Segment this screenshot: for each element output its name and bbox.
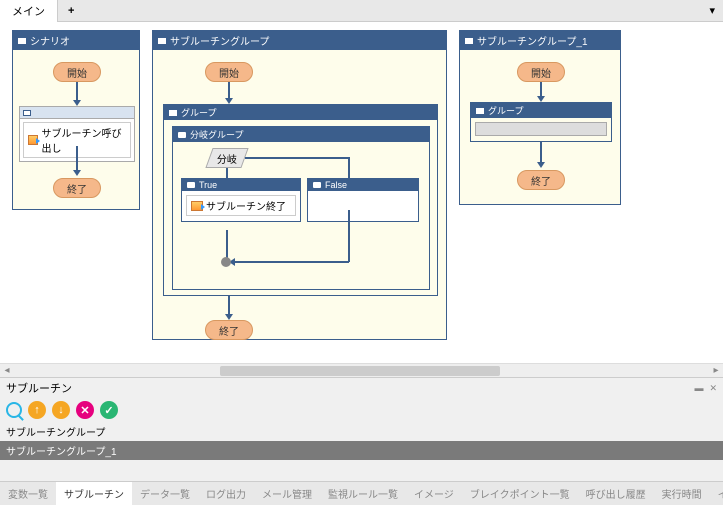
group-subroutine-header: サブルーチングループ	[153, 31, 446, 50]
group-subroutine1-title: サブルーチングループ_1	[477, 33, 588, 48]
call-icon	[28, 135, 38, 145]
connector	[348, 157, 350, 178]
box-icon	[312, 181, 322, 189]
tab-main[interactable]: メイン	[0, 0, 58, 22]
decision-node[interactable]: 分岐	[205, 148, 248, 168]
panel-toolbar: ↑ ↓ ✕ ✓	[0, 398, 723, 422]
panel-close-button[interactable]: ✕	[709, 383, 717, 394]
group-scenario-title: シナリオ	[30, 33, 70, 48]
btab-log[interactable]: ログ出力	[198, 482, 254, 505]
panel-pin-button[interactable]: ▬	[694, 383, 703, 394]
true-header: True	[182, 179, 300, 191]
move-up-button[interactable]: ↑	[28, 401, 46, 419]
btab-exectime[interactable]: 実行時間	[654, 482, 710, 505]
connector	[245, 157, 349, 159]
connector	[231, 261, 349, 263]
group-scenario[interactable]: シナリオ 開始 サブルーチン呼び出し 終了	[12, 30, 140, 210]
list-item-selected[interactable]: サブルーチングループ_1	[0, 441, 723, 460]
group-icon	[17, 37, 27, 45]
start-node[interactable]: 開始	[205, 62, 253, 82]
group-subroutine1[interactable]: サブルーチングループ_1 開始 グループ 終了	[459, 30, 621, 205]
btab-breakpoints[interactable]: ブレイクポイント一覧	[462, 482, 578, 505]
btab-variables[interactable]: 変数一覧	[0, 482, 56, 505]
true-branch[interactable]: True サブルーチン終了	[181, 178, 301, 222]
bottom-panel: サブルーチン ▬ ✕ ↑ ↓ ✕ ✓ サブルーチングループ サブルーチングループ…	[0, 377, 723, 505]
arrow-down-icon	[73, 170, 81, 176]
inner-group-1[interactable]: グループ	[470, 102, 612, 142]
end-node[interactable]: 終了	[205, 320, 253, 340]
inner-group[interactable]: グループ 分岐グループ 分岐	[163, 104, 438, 296]
group-subroutine1-header: サブルーチングループ_1	[460, 31, 620, 50]
scroll-right-button[interactable]: ▸	[709, 364, 723, 377]
placeholder-box	[475, 122, 607, 136]
scroll-left-button[interactable]: ◂	[0, 364, 14, 377]
search-button[interactable]	[6, 402, 22, 418]
group-icon	[464, 37, 474, 45]
connector	[228, 296, 230, 316]
connector	[226, 230, 228, 260]
scrollbar-thumb[interactable]	[220, 366, 500, 376]
end-node[interactable]: 終了	[53, 178, 101, 198]
btab-mail[interactable]: メール管理	[254, 482, 320, 505]
connector	[76, 146, 78, 172]
connector	[226, 168, 228, 178]
btab-subroutine[interactable]: サブルーチン	[56, 482, 132, 505]
branch-icon	[177, 131, 187, 139]
false-header: False	[308, 179, 418, 191]
connector	[540, 142, 542, 164]
btab-data[interactable]: データ一覧	[132, 482, 198, 505]
panel-title-bar: サブルーチン ▬ ✕	[0, 378, 723, 398]
box-icon	[186, 181, 196, 189]
group-icon	[168, 109, 178, 117]
group-subroutine-title: サブルーチングループ	[170, 33, 269, 48]
canvas-wrap: シナリオ 開始 サブルーチン呼び出し 終了 サブルーチング	[0, 22, 723, 377]
btab-watch[interactable]: 監視ルール一覧	[320, 482, 406, 505]
horizontal-scrollbar[interactable]: ◂ ▸	[0, 363, 723, 377]
group-scenario-header: シナリオ	[13, 31, 139, 50]
move-down-button[interactable]: ↓	[52, 401, 70, 419]
branch-group[interactable]: 分岐グループ 分岐 True	[172, 126, 430, 290]
list-item[interactable]: サブルーチングループ	[0, 422, 723, 441]
connector	[348, 210, 350, 262]
box-icon	[23, 110, 31, 116]
activity-subroutine-end[interactable]: サブルーチン終了	[186, 195, 296, 216]
btab-events[interactable]: イベント一覧	[710, 482, 723, 505]
branch-group-header: 分岐グループ	[173, 127, 429, 142]
end-node[interactable]: 終了	[517, 170, 565, 190]
tab-bar: メイン + ▾	[0, 0, 723, 22]
inner-group-header: グループ	[164, 105, 437, 120]
arrow-down-icon	[537, 162, 545, 168]
inner-group-1-header: グループ	[471, 103, 611, 118]
group-icon	[157, 37, 167, 45]
connector	[76, 82, 78, 102]
start-node[interactable]: 開始	[53, 62, 101, 82]
flow-canvas[interactable]: シナリオ 開始 サブルーチン呼び出し 終了 サブルーチング	[0, 22, 723, 363]
group-subroutine[interactable]: サブルーチングループ 開始 グループ 分岐グループ	[152, 30, 447, 340]
panel-title: サブルーチン	[6, 380, 72, 396]
delete-button[interactable]: ✕	[76, 401, 94, 419]
btab-image[interactable]: イメージ	[406, 482, 462, 505]
start-node[interactable]: 開始	[517, 62, 565, 82]
end-icon	[191, 201, 203, 211]
group-icon	[475, 107, 485, 115]
false-branch[interactable]: False	[307, 178, 419, 222]
bottom-tab-bar: 変数一覧 サブルーチン データ一覧 ログ出力 メール管理 監視ルール一覧 イメー…	[0, 481, 723, 505]
btab-callstack[interactable]: 呼び出し履歴	[578, 482, 654, 505]
tab-menu-button[interactable]: ▾	[701, 1, 723, 20]
merge-node	[221, 257, 231, 267]
tab-add-button[interactable]: +	[58, 2, 84, 20]
activity-header	[20, 107, 134, 119]
confirm-button[interactable]: ✓	[100, 401, 118, 419]
